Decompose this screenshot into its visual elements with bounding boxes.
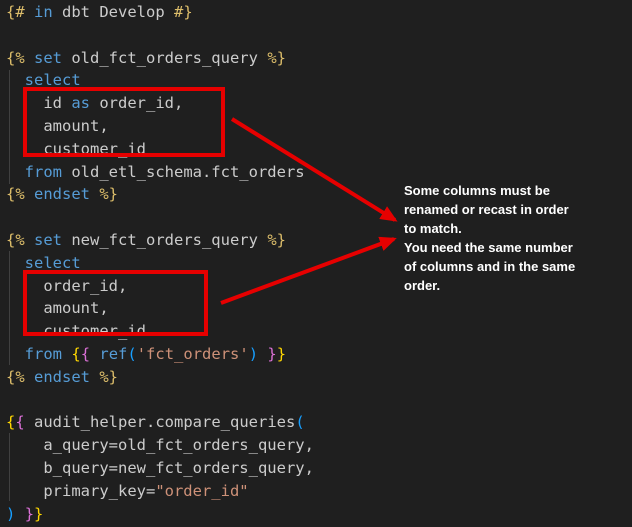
code-token: from (25, 163, 62, 181)
highlight-box-old-columns (23, 87, 225, 157)
code-token: ( (127, 345, 136, 363)
code-line[interactable]: from {{ ref('fct_orders') }} (6, 343, 314, 366)
code-token: %} (90, 185, 118, 203)
code-token: {% (6, 231, 34, 249)
code-token (6, 163, 25, 181)
code-line[interactable]: ) }} (6, 503, 314, 526)
code-token: %} (267, 231, 286, 249)
code-editor[interactable]: {# in dbt Develop #} {% set old_fct_orde… (6, 1, 314, 525)
code-line[interactable]: {% endset %} (6, 183, 314, 206)
code-token (15, 505, 24, 523)
code-token: { (71, 345, 80, 363)
code-token: old_fct_orders_query (62, 49, 267, 67)
code-token: {% (6, 368, 34, 386)
code-token: dbt Develop (53, 3, 174, 21)
code-token: ) (249, 345, 258, 363)
code-line[interactable] (6, 206, 314, 229)
code-token: set (34, 231, 62, 249)
code-token (62, 345, 71, 363)
code-token (6, 254, 25, 272)
code-token: set (34, 49, 62, 67)
code-line[interactable]: {% endset %} (6, 366, 314, 389)
code-line[interactable]: {% set old_fct_orders_query %} (6, 47, 314, 70)
code-token: } (277, 345, 286, 363)
code-line[interactable]: b_query=new_fct_orders_query, (6, 457, 314, 480)
code-token: endset (34, 368, 90, 386)
code-token: old_etl_schema.fct_orders (62, 163, 305, 181)
code-token: ref (99, 345, 127, 363)
code-token: } (34, 505, 43, 523)
code-token: } (25, 505, 34, 523)
code-line[interactable]: {{ audit_helper.compare_queries( (6, 411, 314, 434)
code-line[interactable] (6, 24, 314, 47)
code-token: {% (6, 185, 34, 203)
code-token (6, 345, 25, 363)
code-token: { (15, 413, 24, 431)
code-token: 'fct_orders' (137, 345, 249, 363)
code-token (90, 345, 99, 363)
code-token: b_query=new_fct_orders_query, (6, 459, 314, 477)
code-token: new_fct_orders_query (62, 231, 267, 249)
code-line[interactable] (6, 389, 314, 412)
code-line[interactable]: from old_etl_schema.fct_orders (6, 161, 314, 184)
code-token: from (25, 345, 62, 363)
code-token: in (34, 3, 53, 21)
code-token: audit_helper.compare_queries (25, 413, 296, 431)
code-token: } (267, 345, 276, 363)
code-token: {# (6, 3, 34, 21)
code-token (6, 71, 25, 89)
code-token: { (6, 413, 15, 431)
code-token: ) (6, 505, 15, 523)
code-token: endset (34, 185, 90, 203)
code-token: { (81, 345, 90, 363)
code-line[interactable]: {# in dbt Develop #} (6, 1, 314, 24)
editor-screenshot: {# in dbt Develop #} {% set old_fct_orde… (0, 0, 632, 527)
code-line[interactable]: primary_key="order_id" (6, 480, 314, 503)
code-token (258, 345, 267, 363)
code-line[interactable]: {% set new_fct_orders_query %} (6, 229, 314, 252)
code-token: %} (267, 49, 286, 67)
code-line[interactable]: a_query=old_fct_orders_query, (6, 434, 314, 457)
code-token: #} (174, 3, 193, 21)
code-token: %} (90, 368, 118, 386)
code-token: ( (295, 413, 304, 431)
annotation-note: Some columns must be renamed or recast i… (404, 181, 630, 295)
code-token: "order_id" (155, 482, 248, 500)
highlight-box-new-columns (23, 270, 208, 336)
code-token: primary_key= (6, 482, 155, 500)
code-token: a_query=old_fct_orders_query, (6, 436, 314, 454)
code-token: {% (6, 49, 34, 67)
